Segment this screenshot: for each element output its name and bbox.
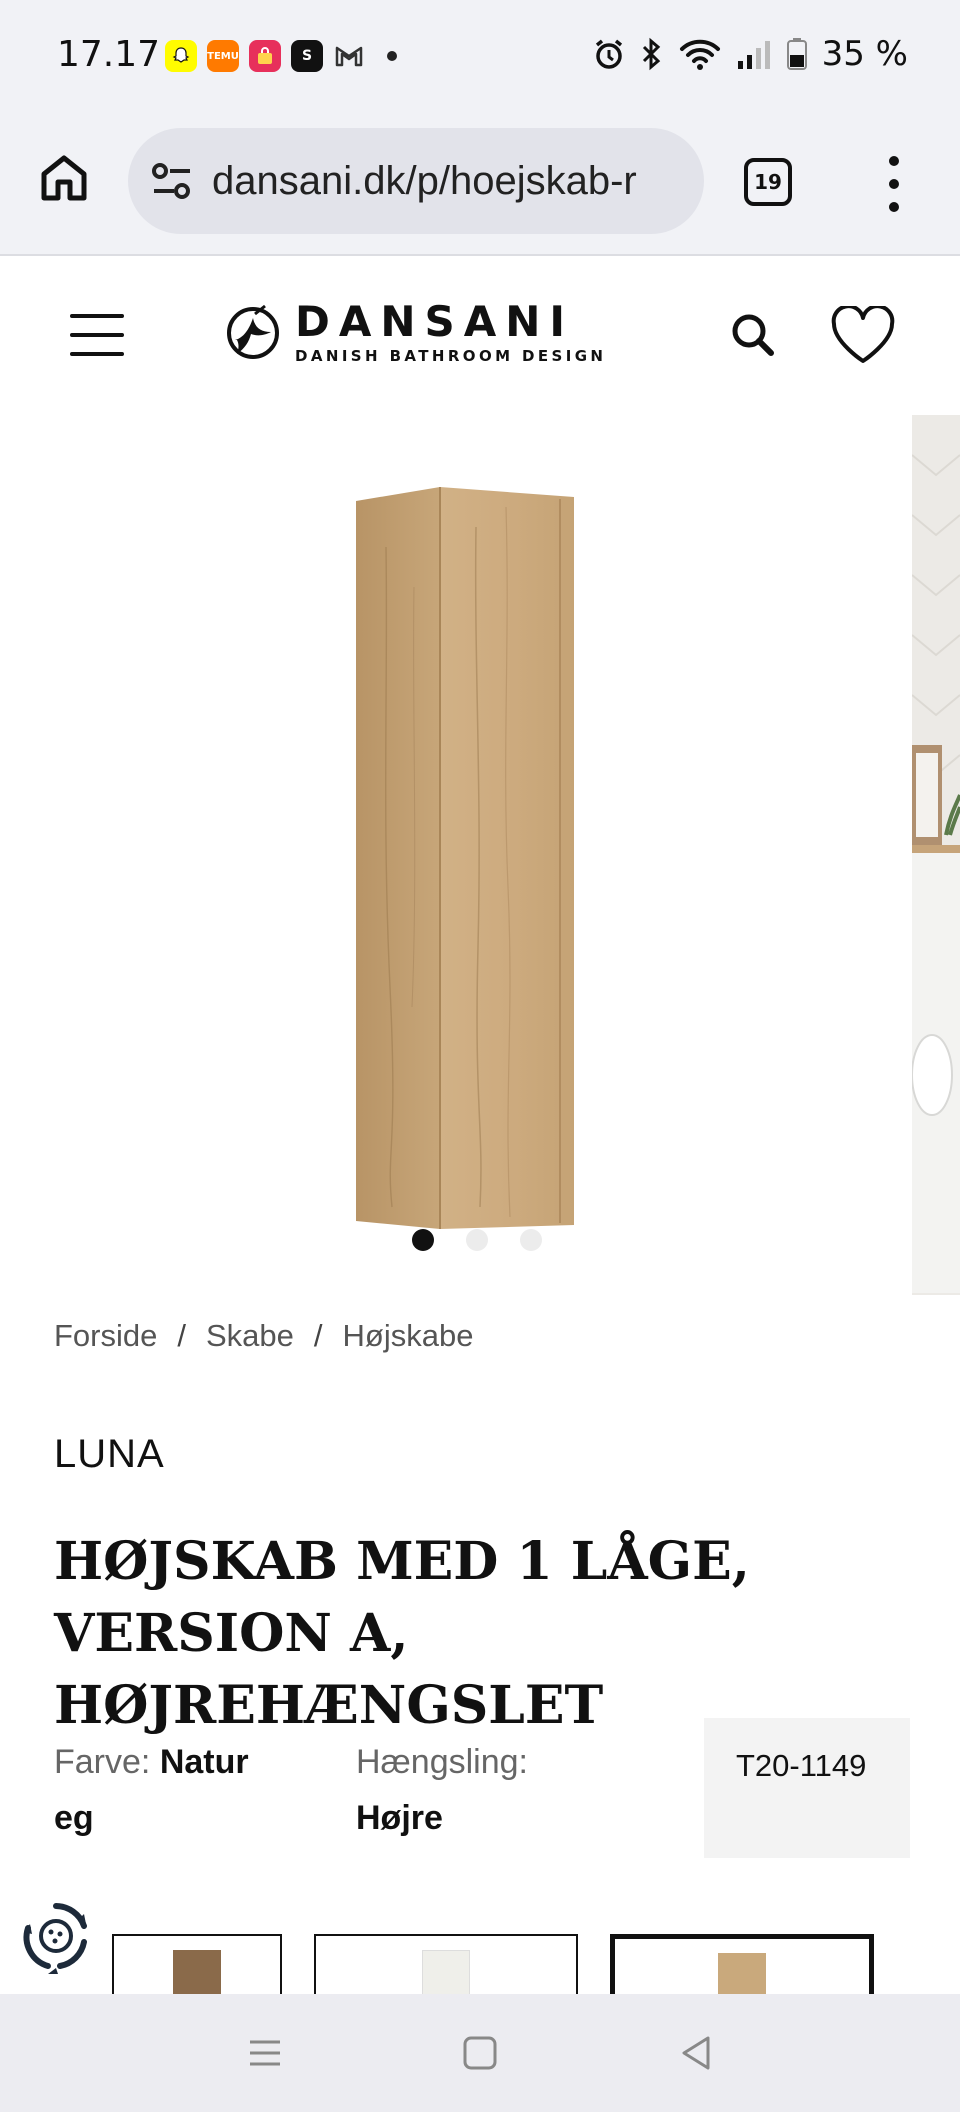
cookie-settings-button[interactable] [18, 1898, 94, 1974]
next-slide-preview[interactable] [912, 415, 960, 1295]
shopping-bag-icon [249, 40, 281, 72]
variant-thumbnail [173, 1950, 221, 2000]
gmail-icon [333, 40, 365, 72]
hinge-attribute: Hængsling: Højre [356, 1734, 576, 1846]
system-navigation-bar [0, 1994, 960, 2112]
product-title: HØJSKAB MED 1 LÅGE, VERSION A, HØJREHÆNG… [54, 1531, 750, 1736]
color-variant-selector [0, 1930, 960, 2000]
bird-logo-icon [227, 304, 279, 359]
menu-line [70, 314, 124, 318]
product-attributes: Farve: Natur eg Hængsling: Højre T20-114… [54, 1718, 914, 1858]
carousel-dot-1[interactable] [412, 1229, 434, 1251]
notification-icons: TEMU S [165, 40, 397, 72]
browser-toolbar: dansani.dk/p/hoejskab-r 19 [0, 116, 960, 256]
home-button[interactable] [36, 150, 92, 206]
battery-icon [786, 38, 807, 70]
status-time: 17.17 [57, 34, 161, 75]
variant-thumbnail [422, 1950, 470, 2000]
home-icon [41, 155, 87, 201]
menu-dot [889, 179, 899, 189]
hinge-label: Hængsling: [356, 1743, 528, 1781]
heart-icon [831, 304, 895, 363]
bluetooth-icon [642, 37, 660, 71]
site-header: DANSANI DANISH BATHROOM DESIGN [0, 258, 960, 413]
breadcrumb: Forside / Skabe / Højskabe [54, 1318, 473, 1354]
search-icon [732, 314, 774, 356]
status-bar: 17.17 TEMU S 35 % [0, 0, 960, 116]
bathroom-photo [912, 415, 960, 1295]
recents-menu-icon[interactable] [240, 2028, 290, 2078]
hinge-value: Højre [356, 1799, 443, 1837]
s-app-icon: S [291, 40, 323, 72]
menu-dot [889, 156, 899, 166]
tab-switcher-button[interactable]: 19 [744, 158, 792, 206]
wishlist-button[interactable] [830, 304, 896, 366]
color-attribute: Farve: Natur eg [54, 1734, 294, 1846]
battery-percent: 35 % [821, 34, 908, 74]
logo-name: DANSANI [295, 297, 575, 346]
wifi-icon [679, 39, 720, 70]
carousel-dot-2[interactable] [466, 1229, 488, 1251]
breadcrumb-link-tall-cabinets[interactable]: Højskabe [343, 1318, 474, 1354]
menu-line [70, 333, 124, 337]
cookie-icon [23, 1903, 87, 1974]
variant-thumbnail [718, 1953, 766, 2000]
system-icons: 35 % [592, 34, 908, 74]
logo-tagline: DANISH BATHROOM DESIGN [295, 347, 607, 365]
back-icon[interactable] [672, 2028, 722, 2078]
menu-line [70, 352, 124, 356]
address-bar[interactable]: dansani.dk/p/hoejskab-r [128, 128, 704, 234]
breadcrumb-link-home[interactable]: Forside [54, 1318, 157, 1354]
variant-natural-oak[interactable] [610, 1934, 874, 2000]
hamburger-menu-icon[interactable] [70, 314, 124, 356]
site-settings-icon[interactable] [150, 161, 194, 201]
variant-white[interactable] [314, 1934, 578, 2000]
search-button[interactable] [728, 310, 778, 360]
carousel-dot-3[interactable] [520, 1229, 542, 1251]
alarm-icon [595, 39, 622, 69]
breadcrumb-link-cabinets[interactable]: Skabe [206, 1318, 294, 1354]
sku-badge: T20-1149 [704, 1718, 910, 1858]
product-image [356, 487, 574, 1229]
carousel-pagination [412, 1229, 542, 1251]
browser-menu-button[interactable] [882, 156, 906, 212]
url-text[interactable]: dansani.dk/p/hoejskab-r [212, 159, 637, 204]
breadcrumb-separator: / [177, 1318, 186, 1353]
signal-icon [737, 41, 770, 69]
dansani-logo[interactable]: DANSANI DANISH BATHROOM DESIGN [225, 300, 606, 366]
breadcrumb-separator: / [313, 1318, 323, 1353]
product-image-carousel[interactable] [0, 413, 960, 1295]
color-label: Farve: [54, 1743, 151, 1781]
snapchat-icon [165, 40, 197, 72]
menu-dot [889, 202, 899, 212]
temu-icon: TEMU [207, 40, 239, 72]
variant-dark-oak[interactable] [112, 1934, 282, 2000]
product-series: LUNA [54, 1432, 165, 1476]
more-notifications-dot [387, 51, 397, 61]
home-square-icon[interactable] [455, 2028, 505, 2078]
